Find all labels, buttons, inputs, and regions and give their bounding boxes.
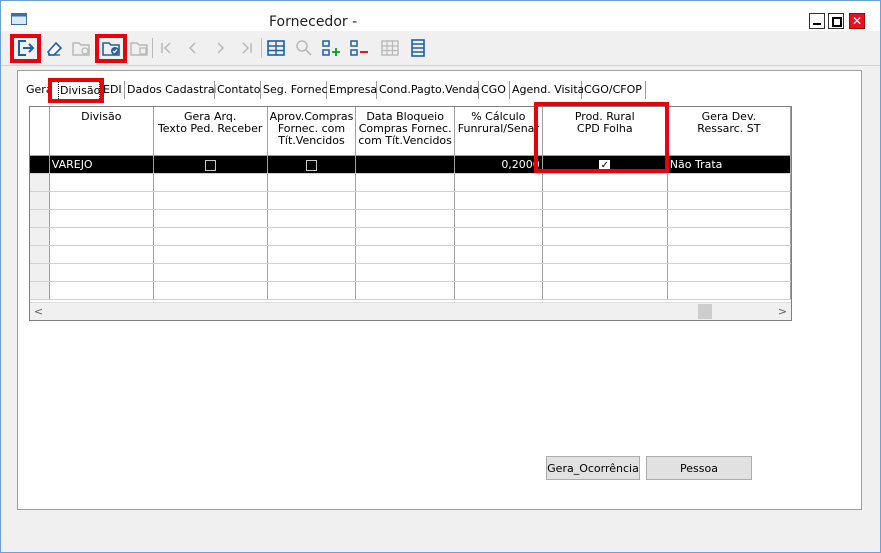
aprov-compras-checkbox[interactable]	[305, 159, 317, 171]
tab-agend-visita[interactable]: Agend. Visita	[511, 81, 584, 99]
cell-gera-arq[interactable]	[153, 155, 268, 174]
table-row[interactable]	[30, 227, 791, 246]
col-header-gera-dev[interactable]: Gera Dev. Ressarc. ST	[667, 107, 791, 156]
remove-row-button[interactable]	[349, 37, 371, 59]
scroll-thumb[interactable]	[698, 304, 712, 319]
tab-empresa[interactable]: Empresa	[328, 81, 377, 99]
first-icon	[161, 42, 171, 54]
gera-arq-checkbox[interactable]	[204, 159, 216, 171]
prev-button[interactable]	[182, 37, 204, 59]
tab-cond-pagto-vendas[interactable]: Cond.Pagto.Vendas	[378, 81, 485, 99]
highlight-prod-rural-column	[534, 102, 669, 173]
prev-icon	[188, 42, 196, 54]
tab-panel: Geral Divisão EDI Dados Cadastrais Conta…	[17, 70, 862, 510]
eraser-icon	[46, 41, 63, 56]
next-button[interactable]	[209, 37, 231, 59]
grid-button[interactable]	[265, 37, 287, 59]
cell-aprov-compras[interactable]	[267, 155, 357, 174]
table-row[interactable]	[30, 263, 791, 282]
search-button[interactable]	[293, 37, 315, 59]
maximize-button[interactable]	[828, 13, 844, 29]
folder2-button[interactable]	[128, 37, 150, 59]
close-button[interactable]: ✕	[849, 13, 865, 29]
tab-cgo[interactable]: CGO	[480, 81, 510, 99]
row-header[interactable]	[30, 155, 50, 174]
search-icon	[296, 40, 312, 56]
columns-icon	[411, 39, 425, 57]
columns-button[interactable]	[407, 37, 429, 59]
status-bar	[1, 511, 880, 552]
folder-disabled2-icon	[130, 42, 148, 56]
scroll-right-icon[interactable]: >	[774, 303, 791, 320]
fornecedor-window: Fornecedor - ✕ Ger Divisão EDI Dados Cad…	[0, 0, 881, 553]
add-row-icon	[322, 40, 340, 56]
table-row[interactable]	[30, 281, 791, 300]
tab-edi[interactable]: EDI	[102, 81, 125, 99]
app-icon	[11, 13, 27, 25]
cell-divisao[interactable]: VAREJO	[49, 155, 154, 174]
highlight-exit-button	[10, 34, 41, 63]
minimize-icon	[813, 23, 821, 25]
title-bar: Fornecedor - ✕	[1, 1, 880, 31]
col-header-divisao[interactable]: Divisão	[49, 107, 154, 156]
maximize-icon	[832, 17, 842, 27]
folder-button[interactable]	[70, 37, 92, 59]
close-icon: ✕	[851, 14, 863, 28]
table-row[interactable]	[30, 209, 791, 228]
tab-dados-cadastrais[interactable]: Dados Cadastrais	[126, 81, 223, 99]
col-header-aprov-compras[interactable]: Aprov.Compras Fornec. com Tít.Vencidos	[267, 107, 357, 156]
last-button[interactable]	[236, 37, 258, 59]
last-icon	[242, 42, 252, 54]
toolbar	[1, 31, 880, 66]
col-header-calculo-funrural[interactable]: % Cálculo Funrural/Senar	[454, 107, 543, 156]
tab-cgo-cfop[interactable]: CGO/CFOP	[583, 81, 646, 99]
grid-icon	[267, 40, 285, 56]
clear-button[interactable]	[43, 37, 65, 59]
horizontal-scrollbar[interactable]: < >	[30, 302, 791, 320]
window-title: Fornecedor -	[269, 14, 358, 30]
table-row[interactable]: VAREJO 0,2000 ✓ Não Trata	[30, 155, 791, 174]
table-row[interactable]	[30, 173, 791, 192]
table-button[interactable]	[379, 37, 401, 59]
next-icon	[217, 42, 225, 54]
row-header-corner	[30, 107, 50, 156]
add-row-button[interactable]	[321, 37, 343, 59]
col-header-gera-arq[interactable]: Gera Arq. Texto Ped. Receber	[153, 107, 268, 156]
grid-table: Divisão Gera Arq. Texto Ped. Receber Apro…	[30, 107, 791, 300]
folder-disabled-icon	[72, 42, 90, 56]
table-disabled-icon	[381, 40, 399, 56]
toolbar-separator	[261, 38, 262, 58]
remove-row-icon	[350, 40, 368, 56]
gera-ocorrencia-button[interactable]: Gera_Ocorrência	[546, 456, 640, 480]
cell-gera-dev[interactable]: Não Trata	[667, 155, 791, 174]
cell-calculo-funrural[interactable]: 0,2000	[454, 155, 543, 174]
minimize-button[interactable]	[809, 13, 825, 29]
scroll-left-icon[interactable]: <	[30, 303, 47, 320]
table-row[interactable]	[30, 245, 791, 264]
table-row[interactable]	[30, 191, 791, 210]
grid-header-row: Divisão Gera Arq. Texto Ped. Receber Apro…	[30, 107, 791, 156]
first-button[interactable]	[155, 37, 177, 59]
toolbar-separator	[152, 38, 153, 58]
tab-seg-fornec[interactable]: Seg. Fornec	[262, 81, 328, 99]
divisao-grid: Divisão Gera Arq. Texto Ped. Receber Apro…	[29, 106, 792, 321]
col-header-data-bloqueio[interactable]: Data Bloqueio Compras Fornec. com Tít.Venc…	[355, 107, 455, 156]
highlight-tab-divisao	[48, 78, 104, 103]
cell-data-bloqueio[interactable]	[355, 155, 455, 174]
pessoa-button[interactable]: Pessoa	[646, 456, 752, 480]
tab-contato[interactable]: Contato	[216, 81, 261, 99]
highlight-save-button	[95, 34, 127, 63]
